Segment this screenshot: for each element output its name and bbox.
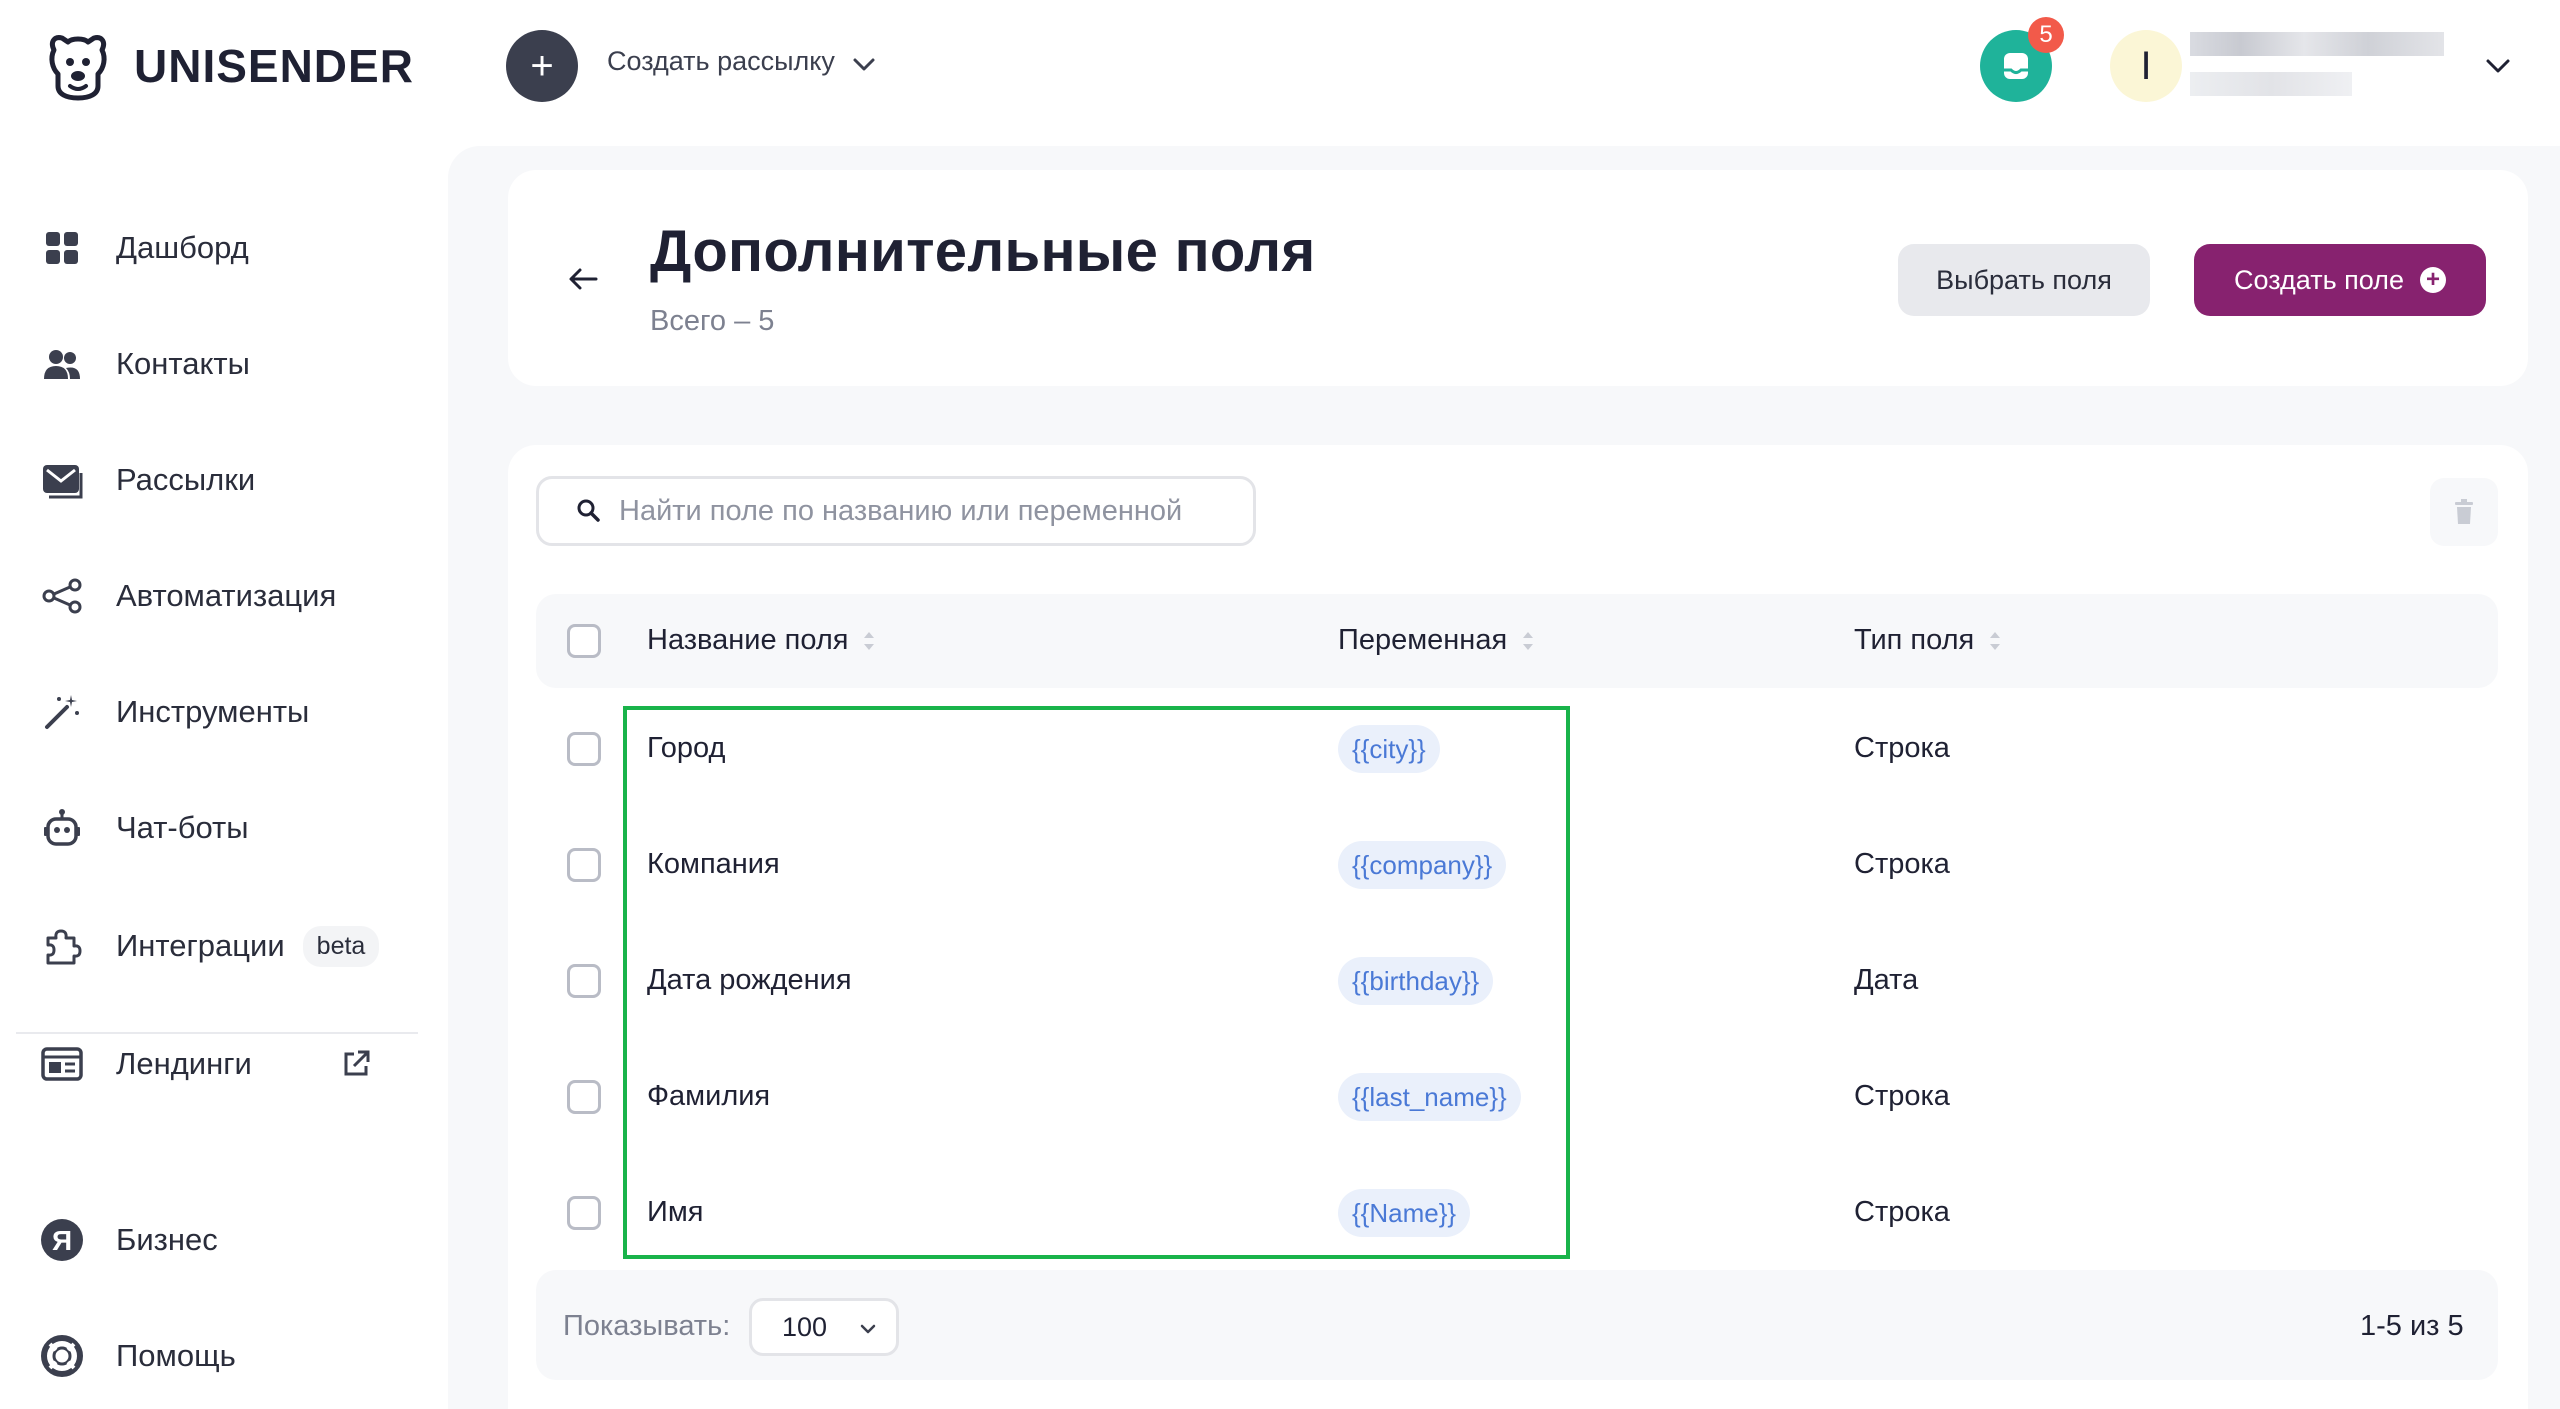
contacts-icon xyxy=(40,342,84,386)
puzzle-icon xyxy=(40,924,84,968)
select-fields-button[interactable]: Выбрать поля xyxy=(1898,244,2150,316)
logo[interactable]: UNISENDER xyxy=(40,28,414,104)
row-checkbox[interactable] xyxy=(567,732,601,766)
column-header-type[interactable]: Тип поля xyxy=(1854,624,2002,657)
sidebar-item-label: Чат-боты xyxy=(116,810,249,845)
row-checkbox[interactable] xyxy=(567,1080,601,1114)
search-input[interactable] xyxy=(619,494,1239,528)
sidebar-item-tools[interactable]: Инструменты xyxy=(40,682,400,742)
fields-total-count: Всего – 5 xyxy=(650,305,775,337)
field-type: Дата xyxy=(1854,964,1919,996)
column-header-label: Тип поля xyxy=(1854,624,1975,656)
sidebar-item-label: Рассылки xyxy=(116,462,256,497)
help-icon xyxy=(40,1334,84,1378)
mail-icon xyxy=(40,458,84,502)
page-title: Дополнительные поля xyxy=(650,219,1316,284)
sidebar-item-help[interactable]: Помощь xyxy=(40,1326,400,1386)
dashboard-icon xyxy=(40,226,84,270)
sidebar-item-label: Контакты xyxy=(116,346,250,381)
sidebar-item-label: Помощь xyxy=(116,1338,236,1373)
sidebar-item-label: Автоматизация xyxy=(116,578,337,613)
per-page-label: Показывать: xyxy=(563,1310,731,1342)
create-field-button[interactable]: Создать поле + xyxy=(2194,244,2486,316)
avatar[interactable]: I xyxy=(2110,30,2182,102)
sidebar-item-label: Бизнес xyxy=(116,1222,218,1257)
sidebar-divider xyxy=(16,1032,418,1034)
automation-icon xyxy=(40,574,84,618)
sidebar-item-contacts[interactable]: Контакты xyxy=(40,334,400,394)
sort-icon xyxy=(864,631,875,650)
landing-icon xyxy=(40,1042,84,1086)
create-field-label: Создать поле xyxy=(2234,264,2404,295)
field-type: Строка xyxy=(1854,1196,1950,1228)
delete-selected-button[interactable] xyxy=(2430,478,2498,546)
magic-wand-icon xyxy=(40,690,84,734)
row-checkbox[interactable] xyxy=(567,848,601,882)
notifications-count-badge: 5 xyxy=(2028,17,2064,53)
sidebar-item-chatbots[interactable]: Чат-боты xyxy=(40,798,400,858)
sidebar-item-landings[interactable]: Лендинги xyxy=(40,1034,400,1094)
field-type: Строка xyxy=(1854,1080,1950,1112)
column-header-label: Переменная xyxy=(1338,624,1508,656)
per-page-value: 100 xyxy=(782,1311,828,1342)
external-link-icon[interactable] xyxy=(340,1048,372,1080)
yandex-icon: Я xyxy=(40,1218,84,1262)
per-page-select[interactable]: 100 xyxy=(749,1298,899,1356)
sidebar-item-label: Лендинги xyxy=(116,1046,252,1081)
plus-icon: + xyxy=(530,44,554,88)
field-type: Строка xyxy=(1854,732,1950,764)
user-email-redacted xyxy=(2190,72,2352,96)
plus-circle-icon: + xyxy=(2419,267,2446,293)
sidebar-item-dashboard[interactable]: Дашборд xyxy=(40,218,400,278)
sort-icon xyxy=(1523,631,1534,650)
sidebar-item-label: Интеграции xyxy=(116,928,285,963)
top-header: UNISENDER + Создать рассылку 5 I xyxy=(0,0,2560,130)
select-all-checkbox[interactable] xyxy=(567,624,601,658)
chevron-down-icon xyxy=(860,1324,876,1334)
logo-dog-icon xyxy=(49,35,107,101)
sidebar-item-business[interactable]: Я Бизнес xyxy=(40,1210,400,1270)
user-name-redacted xyxy=(2190,32,2444,56)
chevron-down-icon[interactable] xyxy=(852,52,876,76)
brand-name: UNISENDER xyxy=(134,40,414,92)
svg-text:Я: Я xyxy=(52,1225,72,1256)
column-header-label: Название поля xyxy=(647,624,849,656)
row-checkbox[interactable] xyxy=(567,964,601,998)
search-icon xyxy=(577,499,600,522)
sidebar-item-label: Дашборд xyxy=(116,230,249,265)
create-campaign-plus-button[interactable]: + xyxy=(506,30,578,102)
inbox-icon xyxy=(2004,53,2028,79)
column-header-name[interactable]: Название поля xyxy=(647,624,876,657)
sidebar-item-campaigns[interactable]: Рассылки xyxy=(40,450,400,510)
create-campaign-label[interactable]: Создать рассылку xyxy=(607,46,835,77)
sidebar-item-integrations[interactable]: Интеграции beta xyxy=(40,916,400,976)
field-type: Строка xyxy=(1854,848,1950,880)
search-box[interactable] xyxy=(536,476,1256,546)
highlight-box xyxy=(623,706,1570,1259)
robot-icon xyxy=(40,806,84,850)
column-header-variable[interactable]: Переменная xyxy=(1338,624,1535,657)
sidebar-item-label: Инструменты xyxy=(116,694,310,729)
user-menu-chevron-icon[interactable] xyxy=(2484,52,2512,80)
back-arrow-icon[interactable] xyxy=(566,262,600,296)
pagination-range: 1-5 из 5 xyxy=(2360,1310,2464,1342)
sidebar-item-automation[interactable]: Автоматизация xyxy=(40,566,400,626)
row-checkbox[interactable] xyxy=(567,1196,601,1230)
beta-badge: beta xyxy=(302,925,380,967)
trash-icon xyxy=(2455,499,2473,524)
sort-icon xyxy=(1990,631,2001,650)
